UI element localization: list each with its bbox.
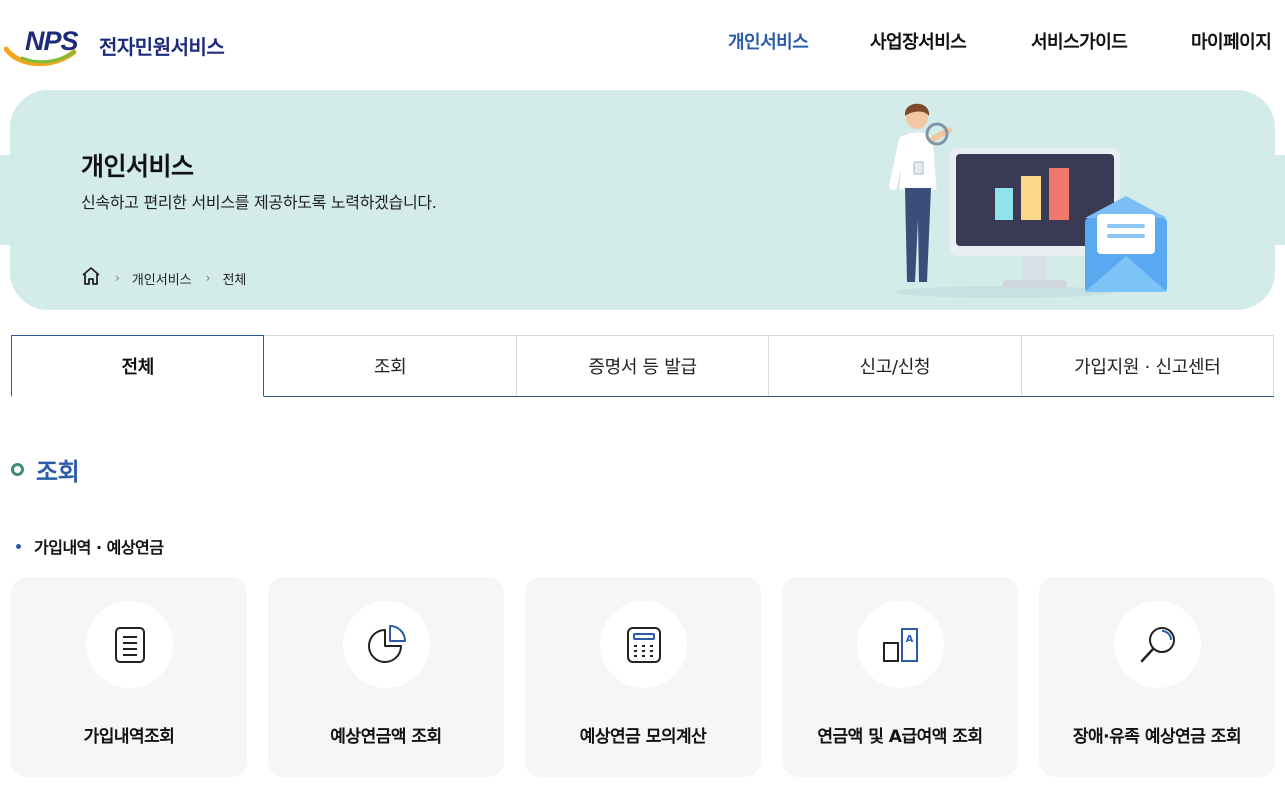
tab-inquiry[interactable]: 조회 bbox=[264, 335, 517, 396]
card-icon-circle bbox=[1114, 601, 1201, 688]
category-tabs: 전체 조회 증명서 등 발급 신고/신청 가입지원 · 신고센터 bbox=[11, 335, 1275, 397]
service-card[interactable]: 예상연금액 조회 bbox=[268, 577, 504, 777]
page-title: 개인서비스 bbox=[81, 152, 194, 181]
search-icon bbox=[1140, 626, 1175, 662]
subsection-title: 가입내역 · 예상연금 bbox=[34, 538, 164, 557]
nav-service-guide[interactable]: 서비스가이드 bbox=[1031, 28, 1128, 54]
section-dot-icon bbox=[11, 463, 24, 476]
logo-mark-text: NPS bbox=[25, 26, 79, 56]
breadcrumb-item: 전체 bbox=[222, 272, 247, 288]
page-subtitle: 신속하고 편리한 서비스를 제공하도록 노력하겠습니다. bbox=[81, 193, 437, 212]
document-icon bbox=[114, 626, 145, 663]
section-heading: 조회 bbox=[11, 452, 80, 487]
svg-text:A: A bbox=[905, 634, 913, 645]
service-card[interactable]: 예상연금 모의계산 bbox=[525, 577, 761, 777]
card-label: 예상연금 모의계산 bbox=[579, 727, 707, 747]
calculator-icon bbox=[626, 626, 661, 663]
breadcrumb-item[interactable]: 개인서비스 bbox=[132, 269, 192, 288]
nav-business-service[interactable]: 사업장서비스 bbox=[870, 28, 967, 54]
card-label: 연금액 및 A급여액 조회 bbox=[817, 727, 983, 747]
chevron-right-icon: › bbox=[205, 271, 211, 285]
tab-certificate[interactable]: 증명서 등 발급 bbox=[516, 335, 770, 396]
bullet-icon bbox=[16, 543, 21, 549]
subsection-heading: 가입내역 · 예상연금 bbox=[16, 534, 164, 558]
service-card[interactable]: 장애·유족 예상연금 조회 bbox=[1039, 577, 1275, 777]
header: NPS 전자민원서비스 개인서비스 사업장서비스 서비스가이드 마이페이지 bbox=[0, 0, 1285, 86]
card-icon-circle bbox=[343, 601, 430, 688]
card-label: 가입내역조회 bbox=[83, 727, 175, 747]
service-card[interactable]: A 연금액 및 A급여액 조회 bbox=[782, 577, 1018, 777]
tab-all[interactable]: 전체 bbox=[11, 335, 265, 397]
breadcrumb: › 개인서비스 › 전체 bbox=[81, 266, 246, 290]
logo-mark: NPS bbox=[4, 22, 94, 70]
banner-illustration bbox=[875, 100, 1175, 300]
pie-chart-icon bbox=[367, 624, 406, 663]
card-label: 예상연금액 조회 bbox=[330, 727, 442, 747]
nav-personal-service[interactable]: 개인서비스 bbox=[728, 28, 809, 54]
tab-join-support[interactable]: 가입지원 · 신고센터 bbox=[1021, 335, 1275, 396]
nav-my-page[interactable]: 마이페이지 bbox=[1191, 28, 1272, 54]
chevron-right-icon: › bbox=[115, 271, 120, 285]
card-label: 장애·유족 예상연금 조회 bbox=[1072, 727, 1242, 747]
card-icon-circle bbox=[86, 601, 173, 688]
nps-logo[interactable]: NPS 전자민원서비스 bbox=[4, 22, 225, 70]
bar-a-icon: A bbox=[882, 627, 918, 662]
card-icon-circle: A bbox=[857, 601, 944, 688]
section-title: 조회 bbox=[36, 458, 80, 486]
card-icon-circle bbox=[600, 601, 687, 688]
service-card[interactable]: 가입내역조회 bbox=[11, 577, 247, 777]
home-icon[interactable] bbox=[81, 266, 101, 290]
tab-report-apply[interactable]: 신고/신청 bbox=[769, 335, 1022, 396]
logo-text: 전자민원서비스 bbox=[99, 35, 225, 59]
